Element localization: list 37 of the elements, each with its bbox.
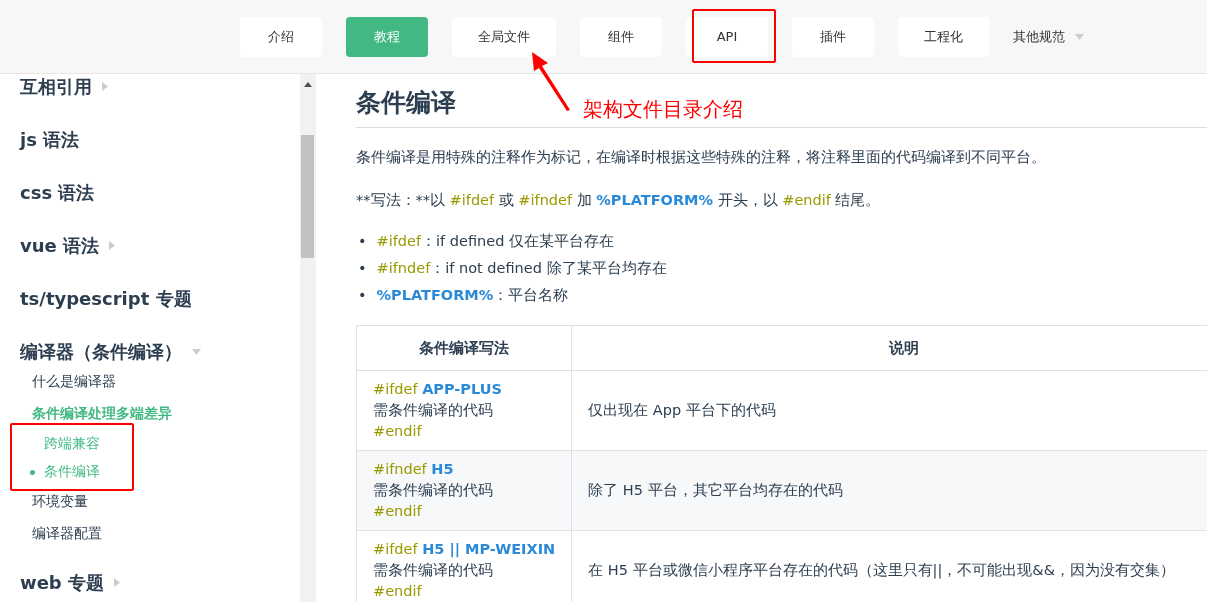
table-header: 说明 xyxy=(571,325,1207,371)
list-item: %PLATFORM%：平台名称 xyxy=(376,286,569,305)
sidebar-section[interactable]: web 专题 xyxy=(20,570,104,595)
nav-tab[interactable]: 介绍 xyxy=(240,16,322,57)
bullet: • xyxy=(358,259,367,278)
nav-tab[interactable]: 组件 xyxy=(580,16,662,57)
nav-tab[interactable]: 插件 xyxy=(792,16,874,57)
paragraph: 条件编译是用特殊的注释作为标记，在编译时根据这些特殊的注释，将注释里面的代码编译到不同平台。 xyxy=(356,148,1047,167)
sidebar-item[interactable]: 什么是编译器 xyxy=(32,373,116,391)
list-item: #ifdef：if defined 仅在某平台存在 xyxy=(376,232,614,251)
nav-tab[interactable]: 工程化 xyxy=(898,16,989,57)
sidebar-item[interactable]: 编译器配置 xyxy=(32,525,102,543)
table-header: 条件编译写法 xyxy=(356,325,572,371)
sidebar-section[interactable]: ts/typescript 专题 xyxy=(20,286,192,311)
table-cell: #ifndef H5 需条件编译的代码 #endif xyxy=(356,450,572,531)
annotation-text: 架构文件目录介绍 xyxy=(583,96,743,123)
nav-tab[interactable]: API xyxy=(686,16,768,57)
table-cell: 除了 H5 平台，其它平台均存在的代码 xyxy=(571,450,1207,531)
paragraph: **写法：**以 #ifdef 或 #ifndef 加 %PLATFORM% 开头，以 #endif 结尾。 xyxy=(356,191,882,210)
scrollbar[interactable] xyxy=(300,74,316,602)
caret-icon xyxy=(1075,33,1084,40)
sidebar-section[interactable]: 编译器（条件编译） xyxy=(20,339,182,364)
sidebar-section[interactable]: 互相引用 xyxy=(20,74,92,99)
sidebar-item[interactable]: 环境变量 xyxy=(32,493,88,511)
scroll-up-icon[interactable] xyxy=(304,82,312,87)
scrollbar-thumb[interactable] xyxy=(301,135,314,258)
bullet: • xyxy=(358,232,367,251)
page-title: 条件编译 xyxy=(356,87,456,119)
sidebar-section[interactable]: css 语法 xyxy=(20,180,95,205)
nav-tab[interactable]: 全局文件 xyxy=(452,16,556,57)
list-item: #ifndef：if not defined 除了某平台均存在 xyxy=(376,259,667,278)
bullet: • xyxy=(358,286,367,305)
nav-dropdown[interactable]: 其他规范 xyxy=(1013,27,1065,46)
table-cell: #ifdef APP-PLUS 需条件编译的代码 #endif xyxy=(356,370,572,451)
sidebar-section[interactable]: js 语法 xyxy=(20,127,80,152)
table-cell: #ifdef H5 || MP-WEIXIN 需条件编译的代码 #endif xyxy=(356,530,572,602)
sidebar-section[interactable]: vue 语法 xyxy=(20,233,100,258)
